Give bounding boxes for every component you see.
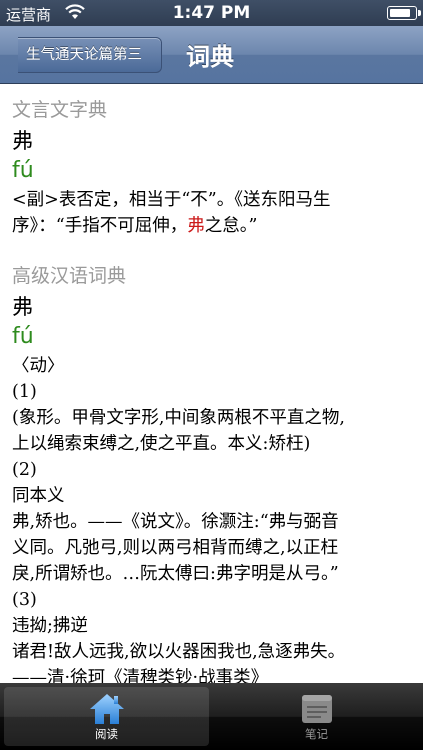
page-title: 词典 [186,43,234,71]
tab-notes-label: 笔记 [305,727,328,741]
dictionary-source-title: 文言文字典 [12,99,108,121]
tab-read-label: 阅读 [95,727,118,741]
definition-line: 戾,所谓矫也。…阮太傅曰:弗字明是从弓。” [12,564,339,584]
definition-line: 上以绳索束缚之,使之平直。本义:矫枉) [12,434,311,454]
house-icon [89,694,124,724]
highlighted-headword: 弗 [187,216,205,236]
definition-line: ——清·徐珂《清稗类钞·战事类》 [12,668,269,683]
definition-line: 违拗;拂逆 [12,616,88,636]
navigation-bar: 生气通天论篇第三 词典 [0,26,423,84]
pinyin: fú [12,324,34,349]
definition-line: 弗,矫也。——《说文》。徐灏注:“弗与弼音 [12,512,339,532]
dictionary-content[interactable]: 文言文字典 弗 fú <副>表否定，相当于“不”。《送东阳马生 序》：“手指不可… [0,85,423,683]
definition-line: 〈动〉 [12,356,65,376]
dictionary-source-title: 高级汉语词典 [12,265,127,287]
battery-fill [390,9,410,17]
definition-line: (3) [12,590,37,610]
tab-notes[interactable]: 笔记 [214,687,419,746]
definition-line: (1) [12,382,37,402]
back-button-label: 生气通天论篇第三 [26,47,142,63]
back-button-area: 生气通天论篇第三 [0,26,180,84]
definition-line: 同本义 [12,486,65,506]
clock: 1:47 PM [172,3,251,23]
notepad-icon [301,695,332,723]
entry-spacer [12,239,411,261]
tab-read[interactable]: 阅读 [4,687,209,746]
definition-text: 之怠。” [204,216,258,236]
definition-line: 序》：“手指不可屈伸，弗之怠。” [12,213,411,239]
battery-icon [387,6,421,20]
definition-line: (象形。甲骨文字形,中间象两根不平直之物, [12,408,345,428]
definition-line: (2) [12,460,37,480]
tab-bar: 阅读 笔记 [0,683,423,750]
pinyin: fú [12,158,34,183]
definition-text: 序》：“手指不可屈伸， [12,216,188,236]
back-button[interactable]: 生气通天论篇第三 [18,37,162,73]
headword: 弗 [12,295,33,319]
headword: 弗 [12,129,33,153]
definition-line: <副>表否定，相当于“不”。《送东阳马生 [12,190,331,210]
definition-line: 义同。凡弛弓,则以两弓相背而缚之,以正枉 [12,538,339,558]
status-bar: 运营商 1:47 PM [0,0,423,26]
dictionary-entry: 文言文字典 弗 fú <副>表否定，相当于“不”。《送东阳马生 序》：“手指不可… [12,97,411,239]
dictionary-entry: 高级汉语词典 弗 fú 〈动〉 (1) (象形。甲骨文字形,中间象两根不平直之物… [12,263,411,683]
definition-line: 诸君!敌人远我,欲以火器困我也,急逐弗失。 [12,642,346,662]
